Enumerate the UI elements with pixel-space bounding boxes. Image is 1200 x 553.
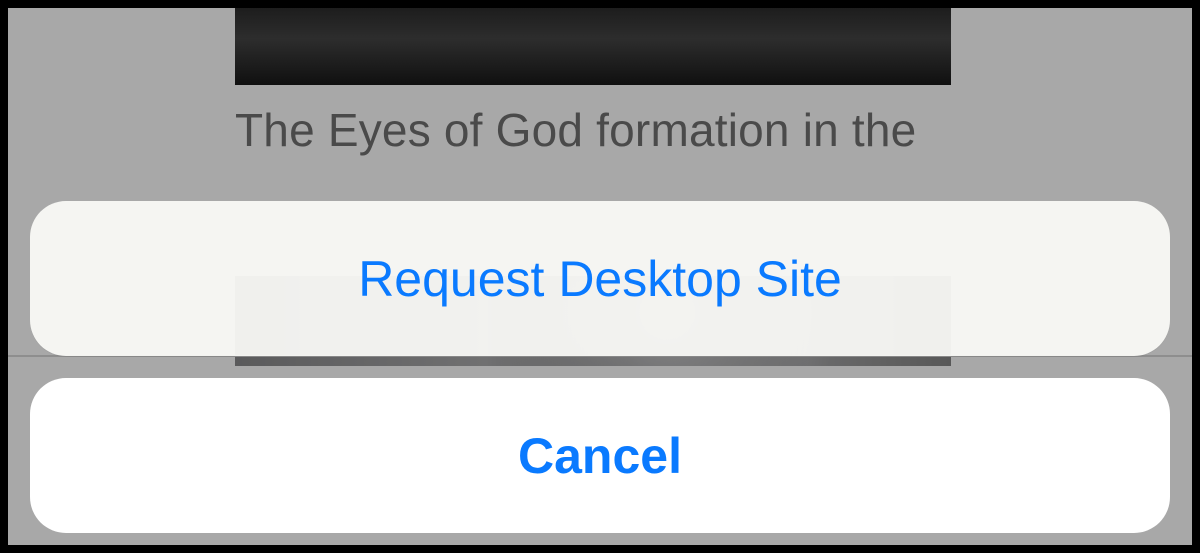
screenshot-frame: The Eyes of God formation in the Request… — [8, 8, 1192, 545]
cancel-label: Cancel — [518, 427, 682, 485]
request-desktop-site-label: Request Desktop Site — [358, 250, 842, 308]
article-image-top — [235, 8, 951, 85]
article-caption: The Eyes of God formation in the — [235, 103, 916, 158]
request-desktop-site-button[interactable]: Request Desktop Site — [30, 201, 1170, 356]
action-sheet: Request Desktop Site Cancel — [30, 201, 1170, 533]
cancel-button[interactable]: Cancel — [30, 378, 1170, 533]
